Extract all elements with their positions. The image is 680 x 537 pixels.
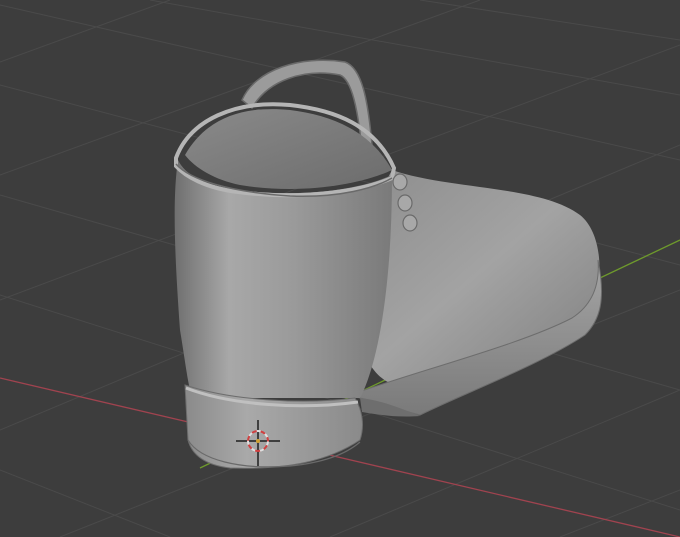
viewport-canvas[interactable] — [0, 0, 680, 537]
3d-viewport[interactable] — [0, 0, 680, 537]
eyelet-icon — [397, 194, 413, 212]
eyelet-icon — [392, 173, 408, 191]
eyelet-icon — [402, 214, 418, 232]
